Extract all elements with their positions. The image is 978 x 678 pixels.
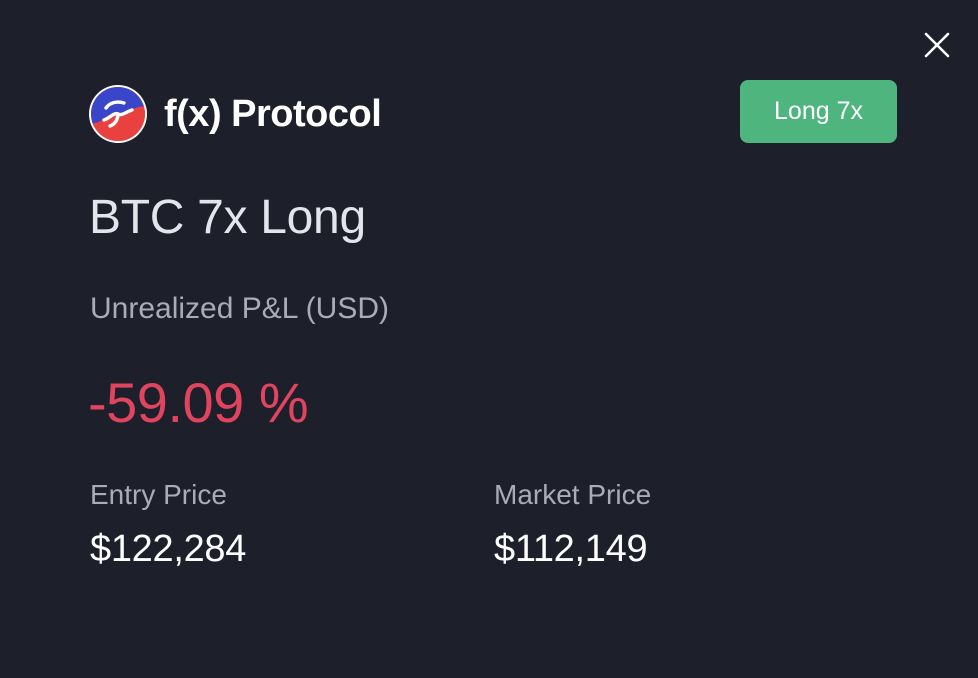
- close-button[interactable]: [920, 28, 954, 62]
- close-icon: [924, 32, 950, 58]
- entry-price-label: Entry Price: [90, 479, 227, 510]
- entry-price-value: $122,284: [90, 527, 247, 570]
- fx-protocol-logo-icon: [89, 85, 147, 143]
- entry-price-stat: Entry Price $122,284: [90, 479, 247, 571]
- market-price-label: Market Price: [494, 479, 652, 510]
- brand-name: f(x) Protocol: [164, 93, 382, 135]
- brand: f(x) Protocol: [88, 82, 382, 146]
- market-price-value: $112,149: [494, 527, 648, 570]
- position-title: BTC 7x Long: [89, 191, 366, 244]
- long-leverage-badge[interactable]: Long 7x: [740, 80, 897, 143]
- pnl-label: Unrealized P&L (USD): [90, 292, 389, 325]
- position-share-card: f(x) Protocol Long 7x BTC 7x Long Unreal…: [0, 0, 978, 678]
- market-price-stat: Market Price $112,149: [494, 479, 652, 571]
- pnl-value: -59.09 %: [88, 371, 309, 434]
